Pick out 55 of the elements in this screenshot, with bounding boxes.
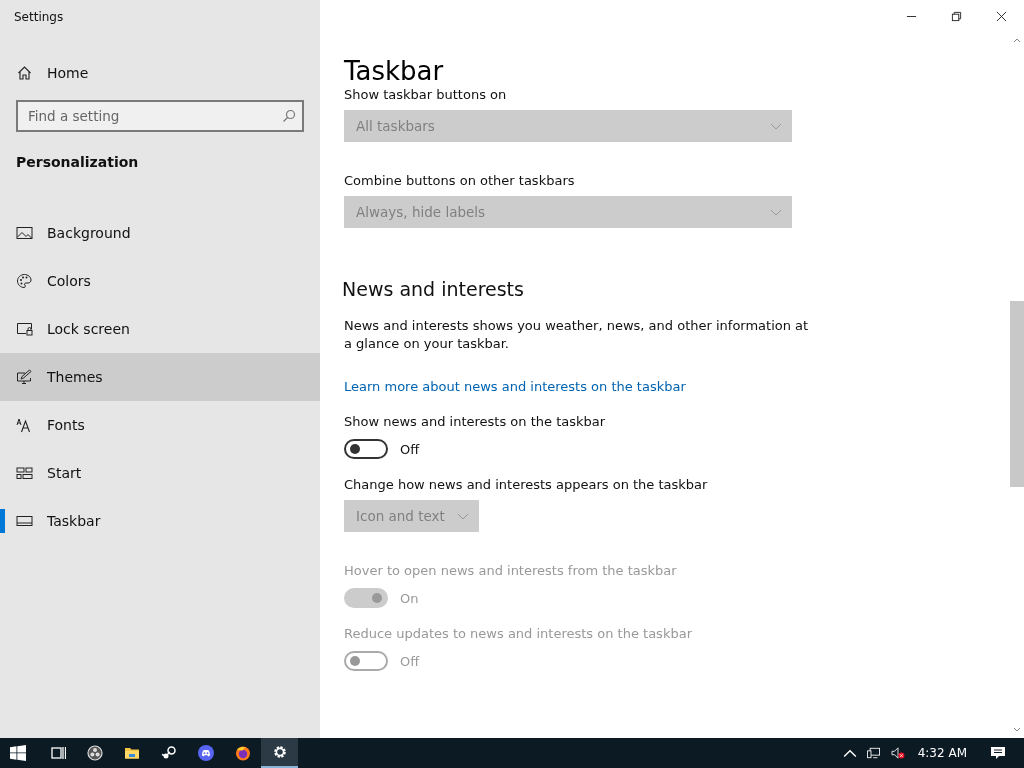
aperture-icon xyxy=(86,745,103,761)
close-icon[interactable] xyxy=(996,11,1007,22)
setting-label: Combine buttons on other taskbars xyxy=(344,173,575,188)
picture-icon xyxy=(16,225,33,241)
lock-screen-icon xyxy=(16,321,33,337)
setting-label: Reduce updates to news and interests on the taskbar xyxy=(344,626,692,641)
restore-icon[interactable] xyxy=(951,11,962,22)
muted-speaker-icon[interactable] xyxy=(890,747,905,759)
sidebar-item[interactable]: Colors xyxy=(0,257,320,305)
sidebar-item[interactable]: Fonts xyxy=(0,401,320,449)
windows-logo-icon[interactable] xyxy=(10,745,26,761)
taskbar-button[interactable] xyxy=(261,738,298,768)
description-text: News and interests shows you weather, news, and other information at a glance on your taskbar. xyxy=(344,317,810,353)
taskbar-icon xyxy=(16,513,33,529)
toggle-state-label: Off xyxy=(400,653,420,669)
sidebar-item[interactable]: Start xyxy=(0,449,320,497)
section-heading: News and interests xyxy=(342,278,524,300)
folder-icon xyxy=(123,745,140,761)
setting-label: Hover to open news and interests from the taskbar xyxy=(344,563,677,578)
sidebar-item[interactable]: Lock screen xyxy=(0,305,320,353)
chevron-down-icon xyxy=(456,512,469,520)
scroll-up-icon[interactable] xyxy=(1013,37,1021,43)
game-controller-icon xyxy=(197,745,214,761)
search-icon xyxy=(282,109,296,123)
network-icon[interactable] xyxy=(866,747,881,759)
sidebar-item[interactable]: Themes xyxy=(0,353,320,401)
setting-label: Show taskbar buttons on xyxy=(344,87,507,102)
palette-icon xyxy=(16,273,33,289)
themes-icon xyxy=(16,369,33,385)
task-view-icon xyxy=(49,745,66,761)
scroll-down-icon[interactable] xyxy=(1013,727,1021,733)
sidebar-item[interactable]: Background xyxy=(0,209,320,257)
clock[interactable]: 4:32 AM xyxy=(917,746,967,760)
chevron-down-icon xyxy=(770,208,782,216)
fox-globe-icon xyxy=(234,745,251,761)
page-title: Taskbar xyxy=(344,56,445,86)
notifications-icon[interactable] xyxy=(990,746,1006,760)
setting-label: Change how news and interests appears on the taskbar xyxy=(344,477,708,492)
toggle-state-label: On xyxy=(400,590,419,606)
window-title: Settings xyxy=(14,10,65,26)
chevron-down-icon xyxy=(770,122,782,130)
toggle-switch[interactable] xyxy=(344,439,388,459)
sidebar-item[interactable]: Taskbar xyxy=(0,497,320,545)
home-icon xyxy=(16,65,33,81)
tiles-icon xyxy=(16,465,33,481)
setting-label: Show news and interests on the taskbar xyxy=(344,414,606,429)
fonts-icon xyxy=(16,417,33,433)
caret-up-icon[interactable] xyxy=(842,747,857,759)
section-heading: Personalization xyxy=(16,154,140,172)
scrollbar-thumb[interactable] xyxy=(1010,301,1024,487)
settings-icon xyxy=(271,744,288,760)
search-field[interactable]: Find a setting xyxy=(16,100,304,132)
learn-more-link[interactable]: Learn more about news and interests on the taskbar xyxy=(344,379,686,394)
toggle-state-label: Off xyxy=(400,441,420,457)
home-link[interactable]: Home xyxy=(16,60,96,86)
